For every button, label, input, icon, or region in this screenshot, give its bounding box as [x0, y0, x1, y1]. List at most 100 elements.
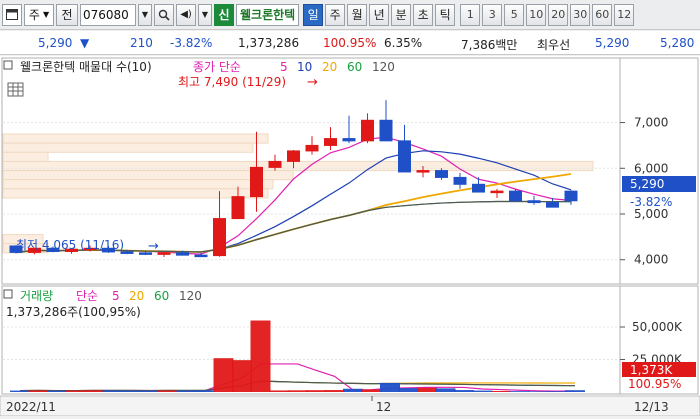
interval-button[interactable]: 20 — [548, 3, 569, 26]
volume-tick-label: 50,000K — [632, 320, 683, 334]
candle-body — [472, 183, 485, 193]
period-button[interactable]: 초 — [413, 3, 434, 26]
period-button[interactable]: 일 — [303, 3, 324, 26]
candle-body — [546, 202, 559, 208]
price-tick-label: 5,000 — [634, 207, 668, 221]
candle-body — [509, 190, 522, 202]
volume-current: 1,373,286주(100,95%) — [6, 305, 141, 319]
volume-bar — [158, 390, 178, 392]
window-icon[interactable] — [2, 3, 22, 26]
x-axis — [0, 395, 700, 417]
volume-bar — [121, 390, 141, 392]
interval-button[interactable]: 5 — [504, 3, 525, 26]
volume-legend-prefix: 단순 — [76, 289, 98, 303]
volume-bar — [454, 390, 474, 392]
candle-body — [416, 170, 430, 173]
period-button[interactable]: 틱 — [435, 3, 456, 26]
chart-svg[interactable]: 웰크론한텍 매물대 수(10) 종가 단순 5 10 20 60 120 최고 7,49… — [0, 56, 700, 417]
search-icon[interactable] — [154, 3, 174, 26]
chart-area[interactable]: 웰크론한텍 매물대 수(10) 종가 단순 5 10 20 60 120 최고 7,49… — [0, 56, 700, 417]
volume-profile-bar — [2, 160, 594, 172]
price-change: 210 — [130, 36, 153, 50]
current-price-tag: 5,290 — [630, 177, 664, 191]
volume-ratio: 100.95% — [323, 36, 377, 50]
candle-body — [490, 190, 504, 194]
volume-bar — [10, 390, 30, 392]
speaker-icon[interactable]: ◀) — [176, 3, 196, 26]
volume-bar — [509, 391, 530, 392]
volume-bar — [398, 388, 419, 392]
panel-toggle-icon[interactable] — [3, 289, 13, 299]
volume-bar — [65, 390, 86, 392]
stock-code-input[interactable]: 076080 — [80, 3, 136, 26]
volume-bar — [47, 390, 67, 392]
candle-body — [231, 196, 245, 220]
price-legend-item: 120 — [372, 60, 395, 74]
volume-value: 1,373,286 — [238, 36, 300, 50]
candle-body — [176, 252, 189, 256]
candle-body — [361, 119, 374, 142]
candle-body — [120, 251, 134, 254]
volume-bar — [380, 382, 400, 392]
volume-bar — [84, 390, 104, 392]
volume-profile-bar — [2, 142, 254, 153]
volume-bar — [417, 387, 437, 392]
volume-profile-bar — [2, 179, 274, 190]
volume-bar — [528, 391, 548, 392]
price-tick-label: 6,000 — [634, 161, 668, 175]
interval-button[interactable]: 1 — [460, 3, 481, 26]
candle-body — [527, 200, 541, 204]
candle-body — [157, 252, 171, 255]
turnover-rate: 6.35% — [384, 36, 423, 50]
market-suffix-button[interactable]: 전 — [56, 3, 78, 26]
volume-legend-item: 120 — [179, 289, 202, 303]
interval-button[interactable]: 60 — [592, 3, 613, 26]
price-legend-item: 10 — [297, 60, 312, 74]
volume-bar — [213, 358, 234, 392]
price-tick-label: 4,000 — [634, 253, 668, 267]
quote-bar: 5,290 ▼ 210 -3.82% 1,373,286 100.95% 6.3… — [0, 31, 700, 55]
market-type-label: 주 — [28, 8, 40, 22]
volume-bar — [435, 388, 456, 392]
period-buttons: 일주월년분초틱 — [303, 3, 456, 26]
interval-button[interactable]: 30 — [570, 3, 591, 26]
shin-badge: 신 — [214, 3, 234, 26]
grid-icon[interactable] — [7, 82, 24, 97]
current-price: 5,290 — [38, 36, 73, 50]
volume-panel-title: 거래량 — [20, 289, 53, 303]
volume-bar — [287, 390, 308, 392]
volume-legend-item: 20 — [129, 289, 144, 303]
price-legend-item: 5 — [280, 60, 288, 74]
period-button[interactable]: 분 — [391, 3, 412, 26]
volume-bar — [269, 390, 289, 392]
period-button[interactable]: 년 — [369, 3, 390, 26]
candle-body — [564, 190, 578, 202]
current-pct-tag: -3.82% — [630, 195, 672, 209]
stock-name[interactable]: 웰크론한텍 — [236, 3, 300, 26]
period-button[interactable]: 월 — [347, 3, 368, 26]
candle-body — [379, 119, 393, 142]
x-label-end: 12/13 — [634, 400, 669, 414]
price-legend-item: 60 — [347, 60, 362, 74]
trade-amount: 7,386백만 — [461, 38, 518, 52]
volume-profile-bar — [2, 133, 269, 144]
volume-bar — [343, 388, 363, 392]
last-volume-tag: 1,373K — [630, 363, 673, 377]
x-label-mid: 12 — [376, 400, 391, 414]
candle-body — [453, 176, 467, 185]
interval-button[interactable]: 12 — [614, 3, 635, 26]
down-arrow-icon: ▼ — [80, 36, 90, 50]
volume-bar — [195, 390, 215, 392]
panel-toggle-icon[interactable] — [3, 60, 13, 70]
market-type-select[interactable]: 주 ▼ — [24, 3, 54, 26]
interval-button[interactable]: 3 — [482, 3, 503, 26]
chevron-down-icon[interactable]: ▼ — [138, 3, 152, 26]
chevron-down-icon[interactable]: ▼ — [198, 3, 212, 26]
interval-buttons: 1 3 5 10 20 30 60 12 — [460, 3, 635, 26]
volume-profile-bar — [2, 188, 269, 199]
last-volume-pct: 100.95% — [628, 377, 681, 391]
volume-bar — [491, 390, 511, 392]
period-button[interactable]: 주 — [325, 3, 346, 26]
interval-button[interactable]: 10 — [526, 3, 547, 26]
low-arrow-icon: → — [148, 239, 159, 254]
